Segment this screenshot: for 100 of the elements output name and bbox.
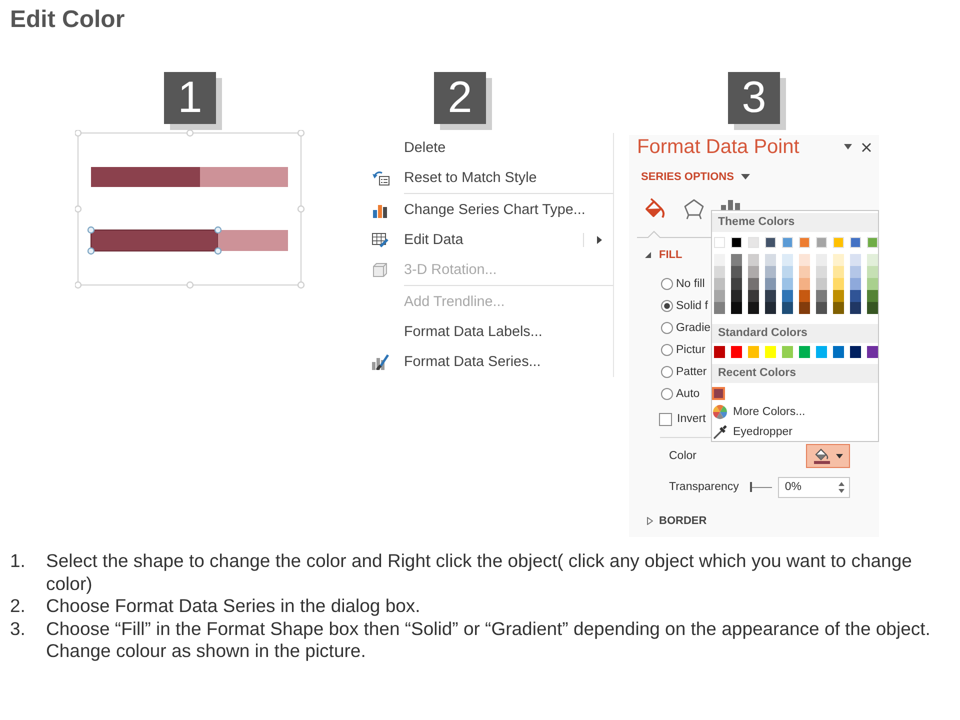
radio-button[interactable]	[661, 344, 673, 356]
color-swatch-icon[interactable]	[833, 290, 844, 302]
option-label[interactable]: Solid f	[676, 300, 708, 312]
color-swatch-icon[interactable]	[731, 290, 742, 302]
color-swatch-icon[interactable]	[765, 290, 776, 302]
color-swatch-icon[interactable]	[799, 302, 810, 314]
color-swatch-icon[interactable]	[799, 254, 810, 266]
color-swatch-icon[interactable]	[714, 346, 725, 358]
color-swatch-icon[interactable]	[782, 254, 793, 266]
color-swatch-icon[interactable]	[850, 290, 861, 302]
color-swatch-icon[interactable]	[867, 266, 878, 278]
color-swatch-icon[interactable]	[714, 302, 725, 314]
color-swatch-icon[interactable]	[833, 254, 844, 266]
color-swatch-icon[interactable]	[816, 266, 827, 278]
color-swatch-icon[interactable]	[714, 254, 725, 266]
color-swatch-icon[interactable]	[712, 387, 725, 400]
selection-handle-icon[interactable]	[214, 226, 222, 234]
menu-item[interactable]: Format Data Labels...	[365, 317, 613, 347]
color-swatch-icon[interactable]	[833, 266, 844, 278]
section-heading[interactable]: FILL	[659, 249, 682, 261]
palette-action[interactable]: More Colors...	[712, 404, 806, 420]
checkbox-label[interactable]: Invert	[677, 413, 706, 425]
transparency-field[interactable]: 0%	[778, 476, 850, 498]
color-swatch-icon[interactable]	[714, 278, 725, 290]
resize-handle-icon[interactable]	[186, 281, 194, 289]
color-swatch-icon[interactable]	[850, 346, 861, 358]
color-swatch-icon[interactable]	[782, 266, 793, 278]
color-swatch-icon[interactable]	[816, 290, 827, 302]
pentagon-icon[interactable]	[683, 198, 705, 220]
selection-handle-icon[interactable]	[87, 226, 95, 234]
selection-handle-icon[interactable]	[214, 247, 222, 255]
color-button[interactable]	[806, 444, 850, 468]
color-swatch-icon[interactable]	[714, 266, 725, 278]
option-label[interactable]: Patter	[676, 366, 707, 378]
color-swatch-icon[interactable]	[765, 346, 776, 358]
radio-button[interactable]	[661, 300, 673, 312]
option-label[interactable]: No fill	[676, 278, 705, 290]
color-swatch-icon[interactable]	[731, 254, 742, 266]
color-swatch-icon[interactable]	[748, 302, 759, 314]
color-swatch-icon[interactable]	[799, 346, 810, 358]
paint-bucket-icon[interactable]	[643, 198, 665, 220]
color-swatch-icon[interactable]	[816, 254, 827, 266]
color-swatch-icon[interactable]	[833, 302, 844, 314]
color-swatch-icon[interactable]	[816, 346, 827, 358]
option-label[interactable]: Gradie	[676, 322, 711, 334]
option-label[interactable]: Pictur	[676, 344, 706, 356]
color-swatch-icon[interactable]	[833, 278, 844, 290]
color-swatch-icon[interactable]	[867, 346, 878, 358]
color-swatch-icon[interactable]	[867, 278, 878, 290]
color-swatch-icon[interactable]	[850, 266, 861, 278]
bar-segment[interactable]	[90, 230, 218, 252]
resize-handle-icon[interactable]	[75, 130, 82, 137]
color-swatch-icon[interactable]	[748, 278, 759, 290]
menu-item[interactable]: Change Series Chart Type...	[365, 195, 613, 225]
color-swatch-icon[interactable]	[782, 302, 793, 314]
color-swatch-icon[interactable]	[731, 302, 742, 314]
color-swatch-icon[interactable]	[867, 254, 878, 266]
selection-handle-icon[interactable]	[87, 247, 95, 255]
color-swatch-icon[interactable]	[731, 278, 742, 290]
menu-item[interactable]: Edit Data	[365, 225, 613, 255]
collapse-triangle-icon[interactable]	[647, 517, 653, 525]
radio-button[interactable]	[661, 278, 673, 290]
color-swatch-icon[interactable]	[782, 278, 793, 290]
color-swatch-icon[interactable]	[867, 302, 878, 314]
checkbox[interactable]	[659, 412, 672, 426]
menu-item[interactable]: Delete	[365, 133, 613, 163]
color-swatch-icon[interactable]	[799, 290, 810, 302]
slider-thumb[interactable]	[750, 482, 752, 492]
menu-item[interactable]: Format Data Series...	[365, 347, 613, 377]
color-swatch-icon[interactable]	[748, 266, 759, 278]
color-swatch-icon[interactable]	[765, 302, 776, 314]
dropdown-caret-icon[interactable]	[844, 144, 852, 150]
color-swatch-icon[interactable]	[748, 290, 759, 302]
color-swatch-icon[interactable]	[833, 346, 844, 358]
color-swatch-icon[interactable]	[765, 266, 776, 278]
caret-icon[interactable]	[740, 174, 750, 180]
close-icon[interactable]	[862, 142, 871, 152]
radio-button[interactable]	[661, 322, 673, 334]
resize-handle-icon[interactable]	[297, 205, 305, 213]
color-swatch-icon[interactable]	[748, 254, 759, 266]
color-swatch-icon[interactable]	[850, 278, 861, 290]
color-swatch-icon[interactable]	[731, 266, 742, 278]
color-swatch-icon[interactable]	[850, 302, 861, 314]
color-swatch-icon[interactable]	[765, 278, 776, 290]
resize-handle-icon[interactable]	[186, 130, 194, 137]
expand-triangle-icon[interactable]	[645, 252, 651, 258]
radio-button[interactable]	[661, 366, 673, 378]
color-swatch-icon[interactable]	[765, 254, 776, 266]
resize-handle-icon[interactable]	[75, 205, 82, 213]
options-dropdown[interactable]: SERIES OPTIONS	[641, 171, 734, 183]
color-swatch-icon[interactable]	[782, 290, 793, 302]
color-swatch-icon[interactable]	[748, 346, 759, 358]
radio-button[interactable]	[661, 388, 673, 400]
resize-handle-icon[interactable]	[297, 281, 305, 289]
resize-handle-icon[interactable]	[297, 130, 305, 137]
color-swatch-icon[interactable]	[799, 278, 810, 290]
color-swatch-icon[interactable]	[816, 278, 827, 290]
bar-chart-icon[interactable]	[720, 200, 742, 210]
color-swatch-icon[interactable]	[731, 346, 742, 358]
color-swatch-icon[interactable]	[867, 290, 878, 302]
